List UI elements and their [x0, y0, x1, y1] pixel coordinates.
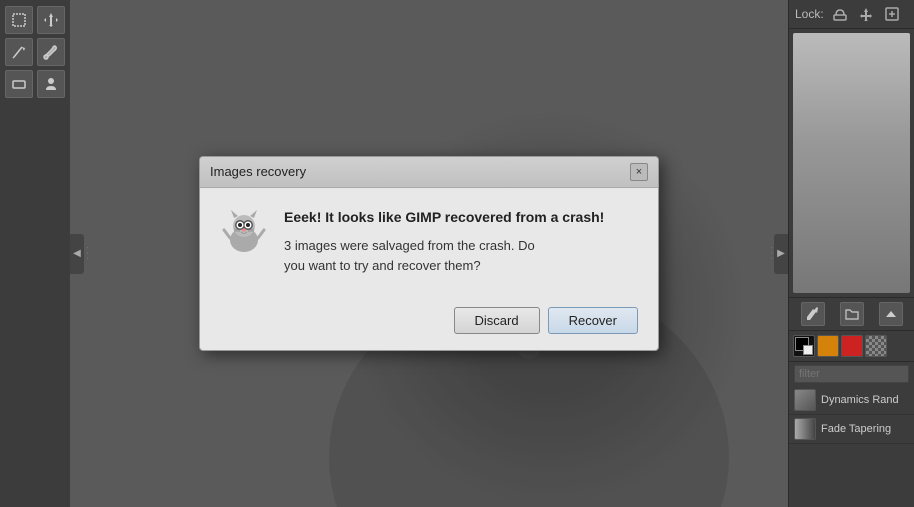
black-swatch[interactable] [793, 335, 815, 357]
recover-button[interactable]: Recover [548, 307, 638, 334]
images-recovery-dialog: Images recovery × [199, 156, 659, 351]
dialog-footer: Discard Recover [200, 295, 658, 350]
panel-bottom-buttons [789, 297, 914, 330]
lock-position-icon[interactable] [856, 4, 876, 24]
right-panel: Lock: [788, 0, 914, 507]
dynamics-fade-thumb [794, 418, 816, 440]
clone-tool[interactable] [37, 70, 65, 98]
tool-row-1 [5, 6, 65, 34]
tool-row-2 [5, 38, 65, 66]
dialog-titlebar: Images recovery × [200, 157, 658, 188]
rect-select-tool[interactable] [5, 6, 33, 34]
expand-panel-button[interactable] [879, 302, 903, 326]
lock-label: Lock: [795, 7, 824, 21]
dialog-body-text: 3 images were salvaged from the crash. D… [284, 236, 638, 275]
dynamics-rand-label: Dynamics Rand [821, 394, 899, 406]
lock-all-icon[interactable] [882, 4, 902, 24]
gradient-preview-area [793, 33, 910, 293]
dialog-body: Eeek! It looks like GIMP recovered from … [200, 188, 658, 295]
main-canvas-area: ◀ ··· ▶ ··· Images recovery × [70, 0, 788, 507]
red-swatch[interactable] [841, 335, 863, 357]
filter-row [789, 361, 914, 386]
open-folder-button[interactable] [840, 302, 864, 326]
tool-row-3 [5, 70, 65, 98]
gimp-wilber-icon [220, 208, 268, 256]
filter-input[interactable] [794, 365, 909, 383]
orange-swatch[interactable] [817, 335, 839, 357]
move-tool[interactable] [37, 6, 65, 34]
color-swatches-bar [789, 330, 914, 361]
paintbrush-tool[interactable] [37, 38, 65, 66]
dialog-heading: Eeek! It looks like GIMP recovered from … [284, 208, 638, 226]
lock-paint-icon[interactable] [830, 4, 850, 24]
toolbox [0, 0, 70, 507]
pattern-swatch[interactable] [865, 335, 887, 357]
dynamics-list: Dynamics Rand Fade Tapering [789, 386, 914, 507]
discard-button[interactable]: Discard [454, 307, 540, 334]
dialog-title: Images recovery [210, 164, 306, 179]
eraser-tool[interactable] [5, 70, 33, 98]
left-dots: ··· [84, 246, 90, 262]
dialog-content: Eeek! It looks like GIMP recovered from … [284, 208, 638, 275]
right-dots: ··· [768, 246, 774, 262]
lock-bar: Lock: [789, 0, 914, 29]
add-to-image-button[interactable] [801, 302, 825, 326]
pencil-tool[interactable] [5, 38, 33, 66]
dynamics-item-rand[interactable]: Dynamics Rand [789, 386, 914, 415]
dynamics-rand-thumb [794, 389, 816, 411]
dynamics-item-fade[interactable]: Fade Tapering [789, 415, 914, 444]
dialog-close-button[interactable]: × [630, 163, 648, 181]
dynamics-fade-label: Fade Tapering [821, 423, 891, 435]
